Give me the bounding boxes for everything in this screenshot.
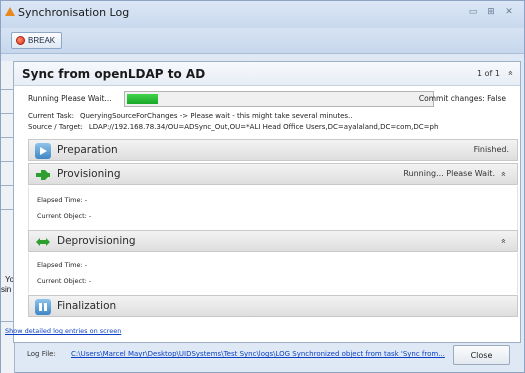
source-target: Source / Target: LDAP://192.168.78.34/OU=… xyxy=(28,123,438,131)
elapsed-time: Elapsed Time: - xyxy=(37,196,88,204)
deprovision-arrows-icon xyxy=(36,238,50,246)
step-title: Provisioning xyxy=(57,168,121,180)
pause-icon xyxy=(35,299,51,315)
current-task-label: Current Task: xyxy=(28,112,74,120)
source-target-value: LDAP://192.168.78.34/OU=ADSync_Out,OU=*A… xyxy=(88,123,439,131)
close-icon[interactable]: ✕ xyxy=(504,7,514,17)
step-title: Finalization xyxy=(57,300,117,312)
collapse-icon[interactable]: » xyxy=(499,238,509,244)
window-title: Synchronisation Log xyxy=(18,6,130,19)
sync-log-window: Synchronisation Log ▭ ⊞ ✕ BREAK Yo sin S… xyxy=(0,0,525,373)
close-button[interactable]: Close xyxy=(453,345,510,365)
commit-status: Commit changes: False xyxy=(418,94,506,103)
source-target-label: Source / Target: xyxy=(28,123,83,131)
elapsed-time: Elapsed Time: - xyxy=(37,261,88,269)
progress-bar xyxy=(124,91,434,107)
panel-header: Sync from openLDAP to AD 1 of 1 » xyxy=(14,62,520,86)
provision-arrows-icon xyxy=(36,170,50,180)
provisioning-details: Elapsed Time: - Current Object: - xyxy=(28,186,518,230)
panel-title: Sync from openLDAP to AD xyxy=(22,67,206,81)
stop-icon xyxy=(16,36,25,45)
running-status: Running Please Wait... xyxy=(28,94,112,103)
sync-panel: Sync from openLDAP to AD 1 of 1 » Runnin… xyxy=(13,61,521,343)
title-bar[interactable]: Synchronisation Log ▭ ⊞ ✕ xyxy=(1,1,524,28)
break-button[interactable]: BREAK xyxy=(11,32,63,49)
current-object: Current Object: - xyxy=(37,212,92,220)
toolbar: BREAK xyxy=(1,28,524,54)
step-title: Preparation xyxy=(57,144,118,156)
window-controls: ▭ ⊞ ✕ xyxy=(468,7,514,17)
step-status: Finished. xyxy=(473,145,509,154)
page-indicator: 1 of 1 xyxy=(477,69,500,78)
background-text: sin xyxy=(1,285,12,294)
current-task: Current Task: QueryingSourceForChanges ->… xyxy=(28,112,352,120)
step-deprovisioning[interactable]: Deprovisioning » xyxy=(28,230,518,252)
step-provisioning[interactable]: Provisioning Running... Please Wait. » xyxy=(28,163,518,185)
log-file-label: Log File: xyxy=(27,350,56,358)
maximize-icon[interactable]: ⊞ xyxy=(486,7,496,17)
break-label: BREAK xyxy=(28,36,56,45)
step-title: Deprovisioning xyxy=(57,235,136,247)
minimize-icon[interactable]: ▭ xyxy=(468,7,478,17)
play-icon xyxy=(35,143,51,159)
step-finalization[interactable]: Finalization xyxy=(28,295,518,317)
deprovisioning-details: Elapsed Time: - Current Object: - xyxy=(28,253,518,294)
current-object: Current Object: - xyxy=(37,277,92,285)
step-preparation[interactable]: Preparation Finished. xyxy=(28,139,518,161)
collapse-icon[interactable]: » xyxy=(499,171,509,177)
progress-fill xyxy=(127,94,158,104)
warning-icon xyxy=(5,7,15,16)
current-task-value: QueryingSourceForChanges -> Please wait … xyxy=(79,112,353,120)
log-file-link[interactable]: C:\Users\Marcel Mayr\Desktop\UIDSystems\… xyxy=(71,350,445,358)
collapse-icon[interactable]: » xyxy=(506,70,516,76)
step-status: Running... Please Wait. xyxy=(403,169,495,178)
show-detailed-log-link[interactable]: Show detailed log entries on screen xyxy=(5,327,121,335)
